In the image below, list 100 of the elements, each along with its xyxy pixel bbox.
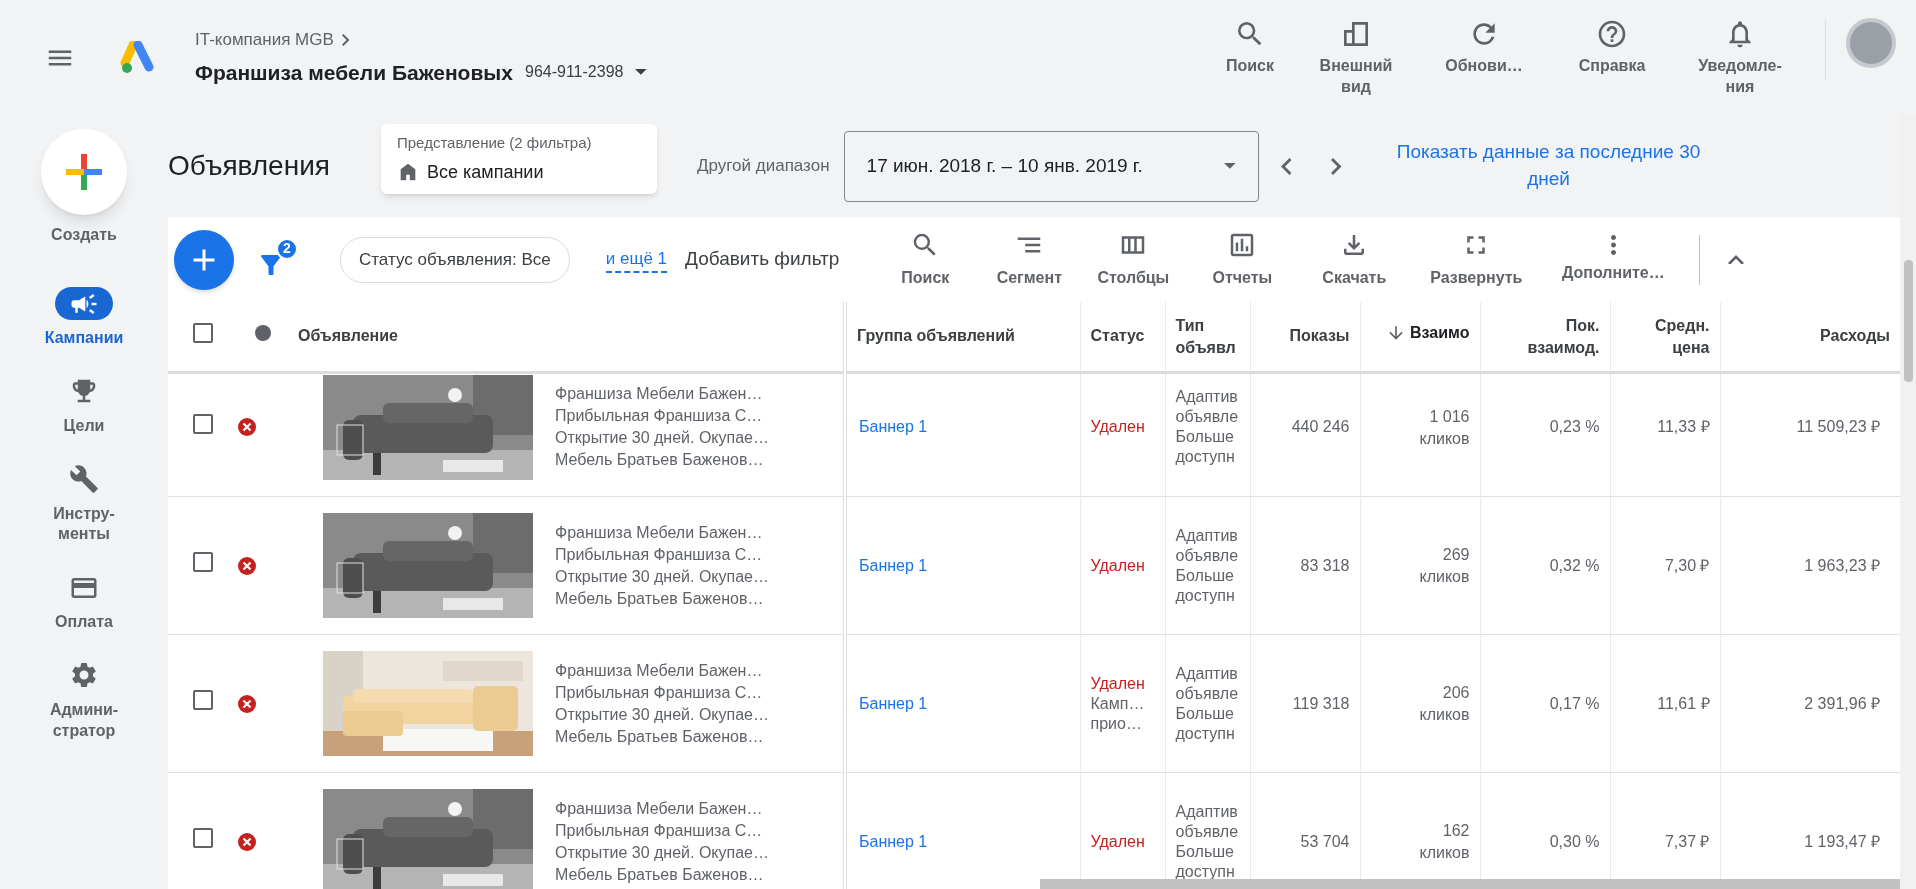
status-text: Удален [1090, 417, 1146, 438]
checkbox[interactable] [193, 690, 213, 710]
ad-type-text: доступн [1175, 723, 1236, 744]
toolbar-button[interactable]: Поиск [873, 229, 978, 290]
column-header[interactable]: Показы [1289, 325, 1350, 347]
filter-button[interactable]: 2 [256, 239, 296, 280]
ad-text-line: Прибыльная Франшиза С… [555, 820, 764, 841]
average-cost-cell: 7,37 ₽ [1664, 832, 1710, 850]
ad-text-line: Открытие 30 дней. Окупае… [555, 566, 769, 587]
horizontal-scrollbar[interactable] [1040, 879, 1900, 889]
ad-text-line: Прибыльная Франшиза С… [555, 544, 764, 565]
nav-item[interactable]: Оплата [55, 571, 113, 633]
ad-type-text: доступн [1175, 585, 1236, 606]
column-header[interactable]: Средн. цена [1655, 315, 1710, 359]
chevron-up-icon [1728, 254, 1745, 265]
interactions-text: 206 [1442, 683, 1470, 703]
interactions-text: кликов [1419, 428, 1470, 449]
vertical-scrollbar[interactable] [1903, 260, 1913, 382]
ad-type-text: Адаптив [1175, 801, 1239, 822]
toolbar-button[interactable]: Столбцы [1081, 229, 1186, 290]
column-header[interactable]: Статус [1090, 325, 1145, 347]
cost-cell: 11 509,23 ₽ [1796, 418, 1880, 436]
header-button[interactable]: Уведомле- ния [1675, 17, 1805, 98]
ad-group-link[interactable]: Баннер 1 [859, 418, 928, 436]
ad-group-link[interactable]: Баннер 1 [859, 694, 928, 712]
column-header[interactable]: Взаимо [1386, 322, 1470, 344]
average-cost-cell: 11,33 ₽ [1657, 418, 1710, 436]
column-header[interactable]: Объявление [298, 325, 398, 347]
logo-icon [120, 40, 156, 75]
caret-icon [1223, 163, 1236, 169]
ad-type-text: доступн [1175, 861, 1236, 882]
plus-icon [64, 152, 104, 192]
average-cost-cell: 7,30 ₽ [1664, 556, 1710, 574]
checkbox[interactable] [193, 322, 213, 343]
ad-type-text: Больше [1175, 427, 1235, 448]
nav-item[interactable]: Цели [55, 374, 113, 437]
average-cost-cell: 11,61 ₽ [1657, 694, 1710, 712]
column-header[interactable]: Расходы [1820, 325, 1890, 347]
ad-group-link[interactable]: Баннер 1 [859, 832, 928, 850]
next-button[interactable] [1331, 157, 1342, 175]
toolbar-button[interactable]: Сегмент [977, 229, 1082, 290]
checkbox[interactable] [193, 413, 213, 434]
range-label: Другой диапазон [697, 155, 830, 178]
ad-type-text: объявле [1175, 821, 1240, 842]
toolbar-button[interactable]: Скачать [1299, 229, 1410, 290]
create-label: Создать [51, 225, 117, 245]
ad-type-text: Адаптив [1175, 663, 1239, 684]
ad-group-link[interactable]: Баннер 1 [859, 556, 928, 574]
header-button[interactable]: Справка [1557, 17, 1667, 77]
toolbar-button[interactable]: Развернуть [1409, 229, 1544, 290]
page-title: Объявления [168, 149, 331, 183]
toolbar-button[interactable]: Отчеты [1185, 229, 1300, 290]
ad-text-line: Открытие 30 дней. Окупае… [555, 428, 769, 449]
ad-type-text: Адаптив [1175, 387, 1239, 408]
column-header[interactable]: Тип объявл [1175, 315, 1236, 359]
chevron-left-icon [1280, 157, 1292, 175]
cost-cell: 2 391,96 ₽ [1804, 694, 1880, 712]
ad-text-line: Открытие 30 дней. Окупае… [555, 842, 769, 863]
ad-type-text: доступн [1175, 447, 1236, 468]
nav-item[interactable]: Кампании [44, 287, 124, 349]
ad-type-text: Адаптив [1175, 525, 1239, 546]
header-button[interactable]: Внешний вид [1301, 17, 1411, 98]
ad-type-text: объявле [1175, 407, 1240, 428]
ad-text-line: Франшиза Мебели Бажен… [555, 660, 764, 681]
column-header[interactable]: Пок. взаимод. [1527, 315, 1600, 359]
more-icon [1610, 234, 1616, 255]
interactions-text: 269 [1442, 545, 1470, 565]
last-30-days-link[interactable]: Показать данные за последние 30 дней [1383, 139, 1714, 193]
interactions-text: кликов [1419, 843, 1470, 863]
nav-item[interactable]: Админи- стратор [49, 659, 119, 742]
column-header[interactable]: Группа объявлений [857, 325, 1015, 347]
ad-text-line: Франшиза Мебели Бажен… [555, 522, 764, 543]
nav-item[interactable]: Инстру- менты [53, 462, 115, 546]
previous-button[interactable] [1280, 157, 1292, 175]
interaction-rate-cell: 0,30 % [1549, 832, 1600, 850]
ad-type-text: Больше [1175, 703, 1235, 724]
account-id: 964-911-2398 [525, 62, 624, 83]
status-text: Камп… [1090, 693, 1146, 714]
header-button[interactable]: Поиск [1207, 17, 1293, 77]
checkbox[interactable] [193, 828, 213, 848]
ad-text-line: Мебель Братьев Баженов… [555, 588, 765, 609]
header-button[interactable]: Обнови… [1419, 17, 1549, 77]
add-button[interactable] [174, 229, 234, 290]
wrench-icon [69, 464, 99, 495]
interactions-text: кликов [1419, 567, 1470, 587]
status-text: Удален [1090, 673, 1146, 694]
add-filter-button[interactable]: Добавить фильтр [685, 245, 840, 274]
ad-type-text: объявле [1175, 545, 1240, 566]
filter-count-badge: 2 [276, 237, 298, 260]
account-name: Франшиза мебели Баженовых [195, 59, 513, 86]
cost-cell: 1 963,23 ₽ [1804, 556, 1880, 574]
view-selector[interactable]: Представление (2 фильтра) Все кампании [381, 124, 657, 194]
status-text: прио… [1090, 713, 1143, 734]
collapse-button[interactable] [1728, 254, 1745, 265]
toolbar-button[interactable]: Дополните… [1543, 234, 1684, 285]
more-filters-link[interactable]: и ещё 1 [605, 245, 668, 274]
checkbox[interactable] [193, 552, 213, 572]
date-range-dropdown[interactable]: 17 июн. 2018 г. – 10 янв. 2019 г. [843, 130, 1259, 202]
caret-icon [635, 69, 648, 76]
ad-text-line: Прибыльная Франшиза С… [555, 682, 764, 703]
